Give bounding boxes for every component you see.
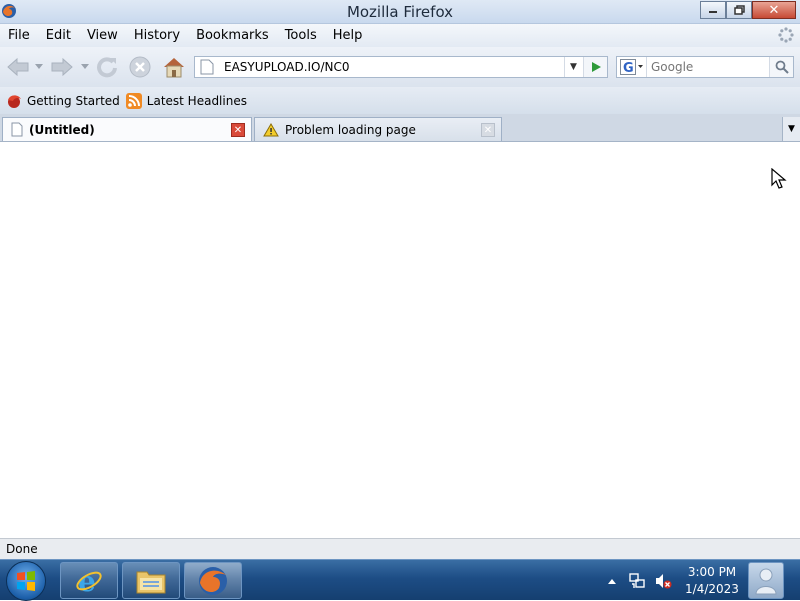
search-button[interactable] [769, 57, 793, 77]
reload-button[interactable] [94, 54, 120, 80]
bookmark-getting-started[interactable]: Getting Started [6, 93, 120, 109]
status-bar: Done [0, 538, 800, 559]
back-arrow-icon [7, 57, 29, 77]
rss-feed-icon [125, 92, 142, 109]
taskbar-firefox[interactable] [184, 562, 242, 599]
google-icon: G [619, 59, 643, 75]
taskbar: e 3:00 PM 1/4/2023 [0, 559, 800, 601]
forward-history-dropdown[interactable] [79, 54, 91, 80]
go-button[interactable] [583, 57, 607, 77]
bookmark-label: Latest Headlines [146, 93, 247, 108]
title-bar: Mozilla Firefox ✕ [0, 0, 800, 24]
chevron-down-icon [35, 64, 43, 69]
mouse-cursor-icon [771, 168, 787, 189]
clock-time: 3:00 PM [687, 565, 737, 579]
tab-strip: (Untitled) ✕ Problem loading page ✕ ▼ [0, 114, 800, 142]
taskbar-file-explorer[interactable] [122, 562, 180, 599]
internet-explorer-icon: e [76, 566, 102, 596]
show-desktop-button[interactable] [748, 562, 784, 599]
magnifier-icon [775, 60, 789, 74]
minimize-icon [709, 11, 717, 13]
home-button[interactable] [161, 54, 187, 80]
clock-date: 1/4/2023 [685, 582, 739, 596]
network-icon[interactable] [628, 572, 646, 590]
maximize-button[interactable] [726, 1, 752, 19]
menu-view[interactable]: View [87, 28, 118, 43]
firefox-icon [199, 566, 227, 595]
warning-icon [263, 122, 279, 136]
menu-bar: File Edit View History Bookmarks Tools H… [0, 24, 800, 47]
back-button[interactable] [4, 54, 32, 80]
search-bar[interactable]: G [616, 56, 794, 78]
restore-icon [733, 5, 745, 15]
close-icon: ✕ [233, 124, 243, 136]
windows-logo-icon [17, 571, 35, 591]
tab-close-button[interactable]: ✕ [231, 123, 245, 137]
status-text: Done [6, 542, 38, 556]
list-all-tabs-button[interactable]: ▼ [782, 117, 800, 141]
tab-label: (Untitled) [29, 122, 95, 137]
home-icon [164, 58, 184, 78]
bookmarks-toolbar: Getting Started Latest Headlines [0, 87, 800, 114]
url-input[interactable] [222, 59, 552, 75]
tab-problem-loading[interactable]: Problem loading page ✕ [254, 117, 502, 141]
firefox-bookmark-icon [8, 94, 21, 108]
tab-close-button[interactable]: ✕ [481, 123, 495, 137]
url-bar[interactable]: ▼ [194, 56, 608, 78]
bookmark-label: Getting Started [27, 93, 120, 108]
forward-arrow-icon [51, 57, 73, 77]
menu-help[interactable]: Help [333, 28, 363, 43]
minimize-button[interactable] [700, 1, 726, 19]
back-history-dropdown[interactable] [33, 54, 45, 80]
menu-tools[interactable]: Tools [285, 28, 317, 43]
tab-label: Problem loading page [285, 122, 416, 137]
go-arrow-icon [591, 62, 601, 72]
throbber-icon [778, 27, 794, 43]
chevron-down-icon [81, 64, 89, 69]
page-content[interactable] [0, 143, 800, 538]
show-hidden-icons-icon[interactable] [606, 575, 618, 587]
start-button[interactable] [6, 561, 46, 601]
close-icon: ✕ [768, 2, 780, 18]
search-engine-selector[interactable]: G [617, 57, 647, 77]
user-avatar-icon [755, 568, 777, 594]
search-input[interactable] [647, 59, 767, 75]
system-tray [606, 560, 672, 601]
close-icon: ✕ [483, 124, 493, 136]
stop-icon [129, 56, 151, 78]
chevron-down-icon: ▼ [570, 62, 577, 72]
taskbar-internet-explorer[interactable]: e [60, 562, 118, 599]
close-button[interactable]: ✕ [752, 1, 796, 19]
stop-button[interactable] [127, 54, 153, 80]
folder-icon [136, 571, 166, 593]
bookmark-latest-headlines[interactable]: Latest Headlines [125, 92, 247, 109]
menu-edit[interactable]: Edit [46, 28, 71, 43]
forward-button[interactable] [48, 54, 76, 80]
menu-history[interactable]: History [134, 28, 180, 43]
menu-bookmarks[interactable]: Bookmarks [196, 28, 269, 43]
page-icon [200, 59, 214, 75]
menu-file[interactable]: File [8, 28, 30, 43]
svg-text:G: G [623, 61, 634, 75]
volume-muted-icon[interactable] [654, 572, 672, 590]
clock[interactable]: 3:00 PM 1/4/2023 [676, 564, 748, 598]
page-icon [11, 122, 23, 137]
url-history-dropdown[interactable]: ▼ [564, 57, 582, 77]
reload-icon [97, 57, 117, 78]
window-title: Mozilla Firefox [346, 3, 454, 21]
tab-untitled[interactable]: (Untitled) ✕ [2, 117, 252, 141]
chevron-down-icon: ▼ [788, 124, 795, 134]
